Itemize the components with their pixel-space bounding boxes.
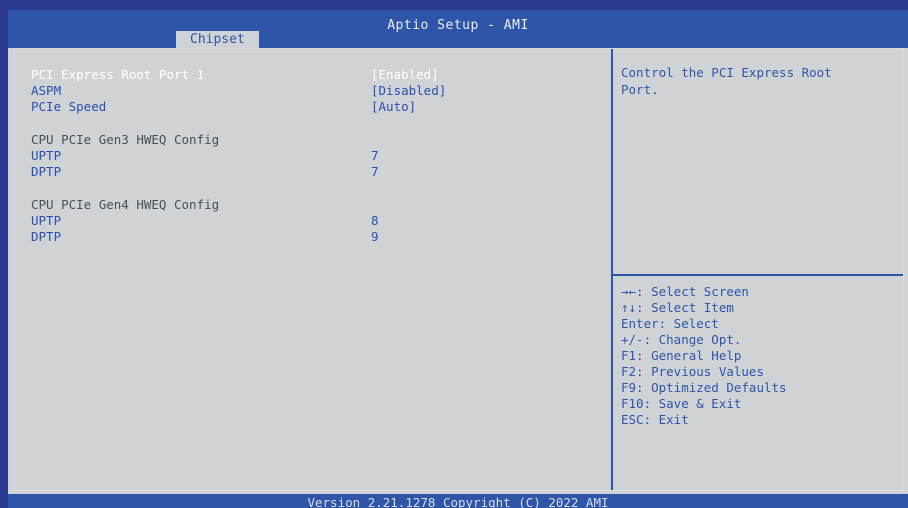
- tab-chipset[interactable]: Chipset: [176, 31, 259, 48]
- key-legend: →←: Select Screen ↑↓: Select Item Enter:…: [621, 284, 897, 428]
- version-text: Version 2.21.1278 Copyright (C) 2022 AMI: [307, 495, 609, 508]
- key-previous-values: F2: Previous Values: [621, 364, 764, 379]
- setting-value[interactable]: 8: [371, 213, 379, 229]
- setting-gen3-uptp[interactable]: UPTP 7: [31, 148, 601, 164]
- setting-label: UPTP: [31, 148, 62, 163]
- key-general-help: F1: General Help: [621, 348, 742, 363]
- setting-gen3-dptp[interactable]: DPTP 7: [31, 164, 601, 180]
- setting-label: PCI Express Root Port 1: [31, 67, 205, 82]
- setting-gen4-dptp[interactable]: DPTP 9: [31, 229, 601, 245]
- setting-label: DPTP: [31, 229, 62, 244]
- setting-value[interactable]: 7: [371, 164, 379, 180]
- setting-pcie-speed[interactable]: PCIe Speed [Auto]: [31, 99, 601, 115]
- help-divider: [613, 274, 903, 276]
- footer-bar: Version 2.21.1278 Copyright (C) 2022 AMI: [8, 494, 908, 508]
- help-panel: Control the PCI Express Root Port. →←: S…: [613, 49, 903, 490]
- setting-value[interactable]: [Enabled]: [371, 67, 439, 83]
- setting-label: ASPM: [31, 83, 62, 98]
- key-select-screen: →←: Select Screen: [621, 284, 749, 299]
- bios-screen: Aptio Setup - AMI Chipset PCI Express Ro…: [8, 10, 908, 508]
- help-description: Control the PCI Express Root Port.: [621, 65, 832, 97]
- settings-panel: PCI Express Root Port 1 [Enabled] ASPM […: [15, 49, 609, 490]
- app-title: Aptio Setup - AMI: [387, 18, 529, 33]
- setting-aspm[interactable]: ASPM [Disabled]: [31, 83, 601, 99]
- key-change-opt: +/-: Change Opt.: [621, 332, 742, 347]
- key-save-exit: F10: Save & Exit: [621, 396, 742, 411]
- setting-value[interactable]: [Disabled]: [371, 83, 446, 99]
- setting-label: UPTP: [31, 213, 62, 228]
- title-bar: Aptio Setup - AMI Chipset: [8, 10, 908, 48]
- key-optimized-defaults: F9: Optimized Defaults: [621, 380, 787, 395]
- setting-gen4-uptp[interactable]: UPTP 8: [31, 213, 601, 229]
- gen4-hweq-heading: CPU PCIe Gen4 HWEQ Config: [31, 197, 220, 212]
- main-panel: PCI Express Root Port 1 [Enabled] ASPM […: [14, 48, 904, 491]
- setting-value[interactable]: 7: [371, 148, 379, 164]
- key-esc-exit: ESC: Exit: [621, 412, 689, 427]
- setting-label: PCIe Speed: [31, 99, 107, 114]
- setting-value[interactable]: 9: [371, 229, 379, 245]
- key-select-item: ↑↓: Select Item: [621, 300, 734, 315]
- key-enter-select: Enter: Select: [621, 316, 719, 331]
- setting-value[interactable]: [Auto]: [371, 99, 416, 115]
- setting-pci-express-root-port-1[interactable]: PCI Express Root Port 1 [Enabled]: [31, 67, 601, 83]
- gen3-hweq-heading: CPU PCIe Gen3 HWEQ Config: [31, 132, 220, 147]
- setting-label: DPTP: [31, 164, 62, 179]
